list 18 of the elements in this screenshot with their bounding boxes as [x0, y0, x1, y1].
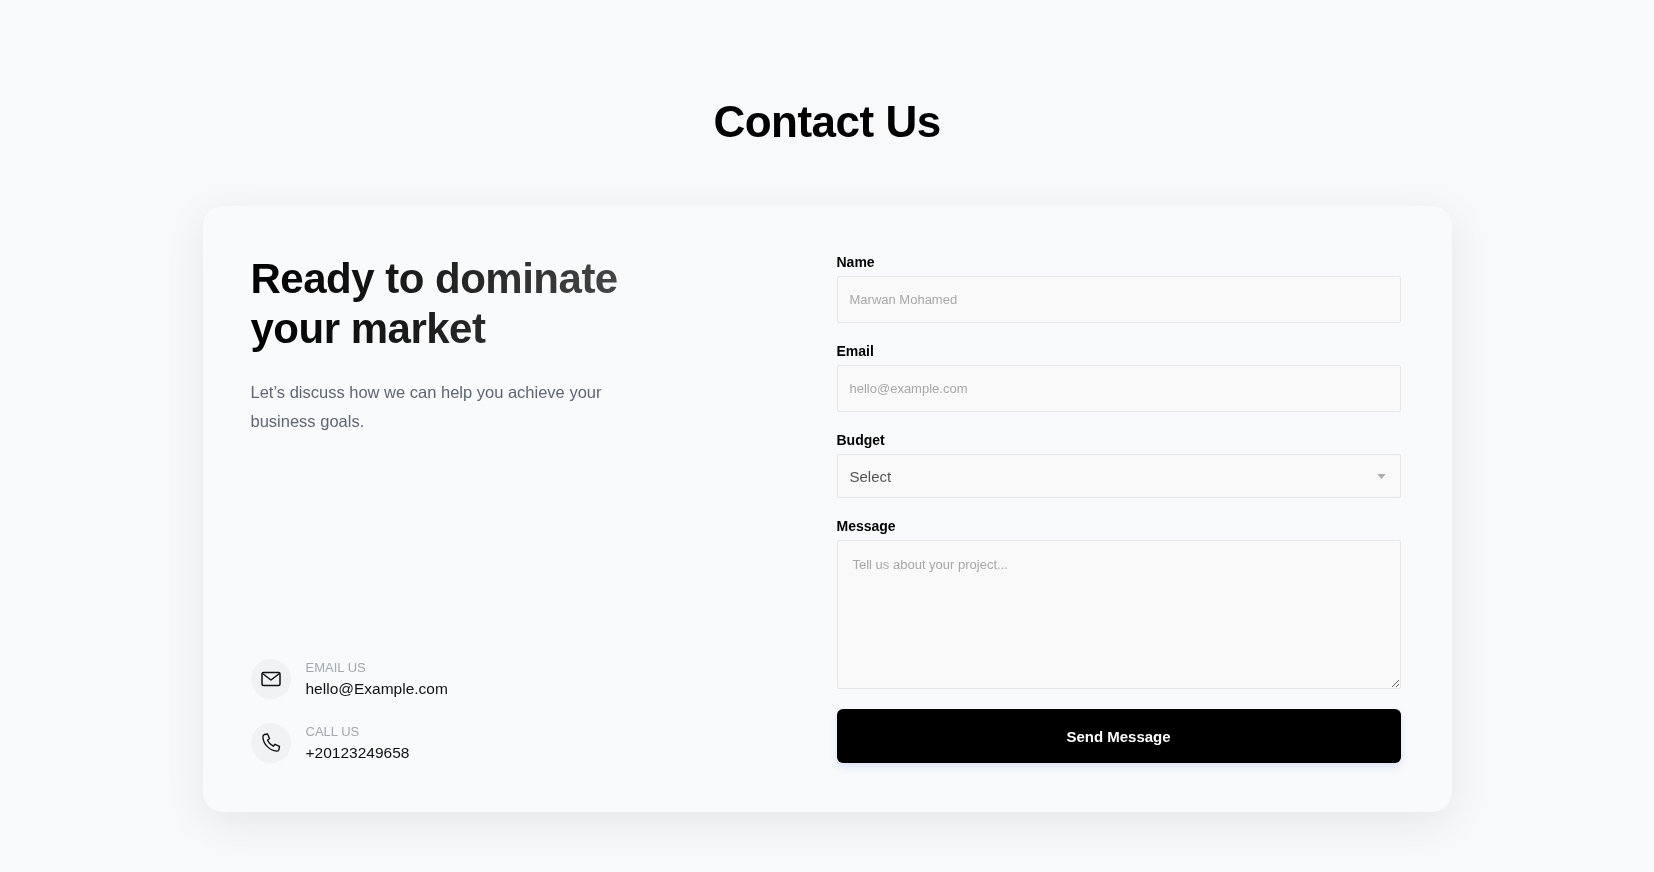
input-field[interactable]: hello@example.com [836, 365, 1401, 412]
field-label: Budget [836, 432, 885, 449]
input-field[interactable]: Marwan Mohamed [836, 276, 1401, 323]
page-title: Contact Us [713, 96, 941, 148]
field-label: Email [836, 343, 874, 360]
contact-label: EMAIL US [305, 659, 366, 676]
budget-select[interactable]: Select [836, 454, 1401, 498]
message-field[interactable]: Tell us about your project... [836, 540, 1401, 689]
intro-text: Let’s discuss how we can help you achieve your business goals. [250, 382, 603, 432]
send-button[interactable]: Send Message [836, 709, 1401, 763]
contact-label: CALL US [305, 723, 360, 740]
field-label: Message [836, 518, 896, 535]
phone-icon [250, 723, 291, 763]
contact-value: hello@Example.com [305, 678, 448, 699]
caret-icon [1376, 473, 1386, 479]
field-label: Name [836, 254, 875, 271]
contact-value: +20123249658 [305, 742, 410, 763]
envelope-icon [250, 659, 291, 699]
